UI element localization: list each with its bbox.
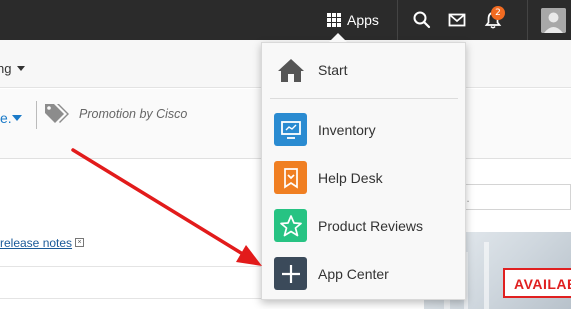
promotion-label[interactable]: Promotion by Cisco xyxy=(79,107,187,121)
star-icon xyxy=(274,209,307,242)
availability-badge: AVAILAB xyxy=(503,268,571,298)
mail-icon[interactable] xyxy=(447,10,467,30)
apps-menu-item-product-reviews[interactable]: Product Reviews xyxy=(262,204,465,248)
apps-menu-item-inventory[interactable]: Inventory xyxy=(262,108,465,152)
menu-item-label: Start xyxy=(318,62,348,78)
apps-button-label: Apps xyxy=(347,12,379,28)
apps-menu-item-app-center[interactable]: App Center xyxy=(262,252,465,296)
topbar-divider xyxy=(397,0,398,40)
plus-icon xyxy=(274,257,307,290)
avatar-silhouette-icon xyxy=(541,8,566,33)
monitor-icon xyxy=(274,113,307,146)
search-icon[interactable] xyxy=(412,10,432,30)
filter-divider xyxy=(36,101,37,129)
menu-item-label: Inventory xyxy=(318,122,376,138)
close-icon[interactable]: × xyxy=(75,238,84,247)
menu-divider xyxy=(270,98,458,99)
menu-item-label: Product Reviews xyxy=(318,218,424,234)
chevron-down-icon[interactable] xyxy=(17,66,25,71)
apps-grid-icon xyxy=(327,13,341,27)
notification-count-badge: 2 xyxy=(491,6,505,20)
menu-item-label: App Center xyxy=(318,266,389,282)
topbar-divider xyxy=(527,0,528,40)
helpdesk-icon xyxy=(274,161,307,194)
menu-item-label[interactable]: ng xyxy=(0,61,11,76)
right-search-input[interactable]: h... xyxy=(448,184,571,210)
release-notes-link[interactable]: release notes xyxy=(0,236,72,250)
menu-item-label: Help Desk xyxy=(318,170,383,186)
tag-icon xyxy=(45,104,69,123)
filter-dropdown-caret-icon[interactable] xyxy=(12,115,22,121)
home-icon xyxy=(274,53,308,86)
apps-menu-item-help-desk[interactable]: Help Desk xyxy=(262,156,465,200)
apps-menu-item-start[interactable]: Start xyxy=(262,48,465,92)
user-avatar[interactable] xyxy=(541,8,566,33)
dropdown-pointer xyxy=(329,33,347,42)
filter-value-fragment[interactable]: e. xyxy=(0,110,12,126)
